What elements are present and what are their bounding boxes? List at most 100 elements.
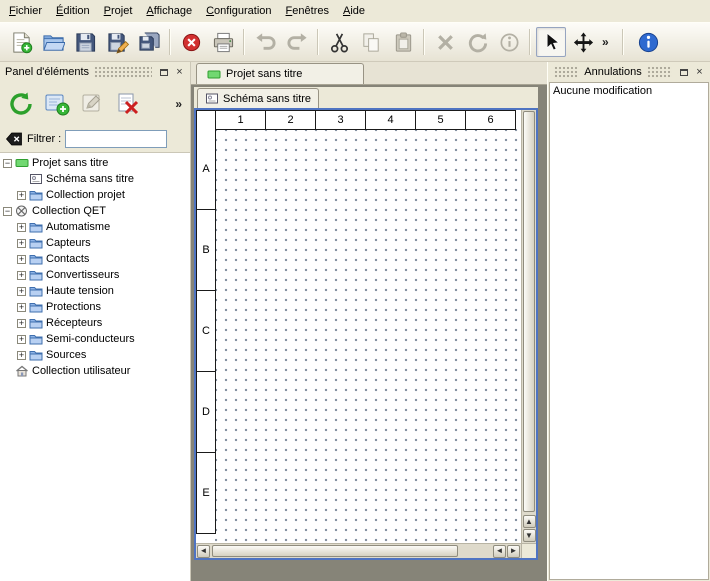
menu-fenetres[interactable]: Fenêtres bbox=[279, 2, 336, 20]
tree-item-sources[interactable]: + Sources bbox=[0, 347, 190, 363]
tree-item-collection-projet[interactable]: + Collection projet bbox=[0, 187, 190, 203]
toolbar-separator bbox=[423, 29, 425, 55]
collapse-icon[interactable]: − bbox=[3, 207, 12, 216]
undo-list-item[interactable]: Aucune modification bbox=[553, 85, 705, 97]
toolbar-separator bbox=[317, 29, 319, 55]
ruler-row: C bbox=[196, 291, 216, 372]
scroll-left-button[interactable]: ◄ bbox=[197, 545, 210, 558]
scroll-down-button[interactable]: ▼ bbox=[523, 529, 536, 542]
float-dock-button[interactable] bbox=[676, 65, 691, 79]
scroll-right-button[interactable]: ► bbox=[507, 545, 520, 558]
menu-configuration[interactable]: Configuration bbox=[199, 2, 278, 20]
tree-item-protections[interactable]: + Protections bbox=[0, 299, 190, 315]
rotate-button[interactable] bbox=[462, 27, 492, 57]
tree-item-capteurs[interactable]: + Capteurs bbox=[0, 235, 190, 251]
tree-item-haute-tension[interactable]: + Haute tension bbox=[0, 283, 190, 299]
float-dock-button[interactable] bbox=[156, 65, 171, 79]
print-button[interactable] bbox=[208, 27, 238, 57]
expand-icon[interactable]: + bbox=[17, 287, 26, 296]
expand-icon[interactable]: + bbox=[17, 223, 26, 232]
tree-item-collection-qet[interactable]: − Collection QET bbox=[0, 203, 190, 219]
project-window: Schéma sans titre 1 2 3 4 bbox=[194, 87, 538, 560]
undo-dock-header[interactable]: Annulations × bbox=[548, 62, 710, 82]
expand-icon[interactable]: + bbox=[17, 303, 26, 312]
diagram-canvas[interactable]: 1 2 3 4 5 6 A B C D bbox=[196, 110, 521, 543]
diagram-view: 1 2 3 4 5 6 A B C D bbox=[194, 108, 538, 560]
ruler-column: 5 bbox=[416, 110, 466, 130]
horizontal-scrollbar[interactable]: ◄ ◄ ► bbox=[196, 543, 521, 558]
vertical-scrollbar-thumb[interactable] bbox=[523, 111, 535, 512]
reload-collections-button[interactable] bbox=[5, 87, 37, 121]
redo-icon bbox=[286, 31, 309, 54]
tree-item-semi-conducteurs[interactable]: + Semi-conducteurs bbox=[0, 331, 190, 347]
close-file-button[interactable] bbox=[176, 27, 206, 57]
tab-schema-sans-titre[interactable]: Schéma sans titre bbox=[197, 88, 319, 108]
delete-button[interactable] bbox=[430, 27, 460, 57]
horizontal-scrollbar-track[interactable] bbox=[211, 544, 492, 558]
expand-icon[interactable]: + bbox=[17, 271, 26, 280]
select-mode-button[interactable] bbox=[536, 27, 566, 57]
tree-item-project[interactable]: − Projet sans titre bbox=[0, 155, 190, 171]
menu-fichier[interactable]: Fichier bbox=[2, 2, 49, 20]
elements-panel-dock: Panel d'éléments × » Filtrer : − bbox=[0, 62, 191, 581]
copy-button[interactable] bbox=[356, 27, 386, 57]
save-button[interactable] bbox=[70, 27, 100, 57]
tree-item-automatisme[interactable]: + Automatisme bbox=[0, 219, 190, 235]
menu-edition[interactable]: Édition bbox=[49, 2, 97, 20]
expand-icon[interactable]: + bbox=[17, 335, 26, 344]
save-all-button[interactable] bbox=[134, 27, 164, 57]
expand-icon[interactable]: + bbox=[17, 319, 26, 328]
tree-item-convertisseurs[interactable]: + Convertisseurs bbox=[0, 267, 190, 283]
ruler-row: A bbox=[196, 129, 216, 210]
close-dock-button[interactable]: × bbox=[172, 65, 187, 79]
about-button[interactable] bbox=[634, 27, 664, 57]
tab-projet-sans-titre[interactable]: Projet sans titre bbox=[196, 63, 364, 84]
close-dock-button[interactable]: × bbox=[692, 65, 707, 79]
pan-mode-button[interactable] bbox=[568, 27, 598, 57]
horizontal-scrollbar-thumb[interactable] bbox=[212, 545, 458, 557]
refresh-icon bbox=[8, 91, 34, 117]
new-file-button[interactable] bbox=[6, 27, 36, 57]
cut-button[interactable] bbox=[324, 27, 354, 57]
tree-item-schema[interactable]: Schéma sans titre bbox=[0, 171, 190, 187]
folder-icon bbox=[29, 237, 43, 249]
tree-item-collection-utilisateur[interactable]: Collection utilisateur bbox=[0, 363, 190, 379]
open-project-button[interactable] bbox=[38, 27, 68, 57]
save-as-button[interactable] bbox=[102, 27, 132, 57]
grid-dots bbox=[215, 129, 521, 543]
menu-aide[interactable]: Aide bbox=[336, 2, 372, 20]
paste-button[interactable] bbox=[388, 27, 418, 57]
expand-icon[interactable]: + bbox=[17, 239, 26, 248]
tree-item-recepteurs[interactable]: + Récepteurs bbox=[0, 315, 190, 331]
diagram-info-button[interactable] bbox=[494, 27, 524, 57]
scroll-left-button-end[interactable]: ◄ bbox=[493, 545, 506, 558]
filter-row: Filtrer : bbox=[0, 126, 190, 152]
edit-element-button[interactable] bbox=[77, 87, 109, 121]
paste-icon bbox=[392, 31, 415, 54]
expand-icon[interactable]: + bbox=[17, 255, 26, 264]
ruler-column: 4 bbox=[366, 110, 416, 130]
panel-toolbar-overflow-button[interactable]: » bbox=[172, 97, 185, 111]
rotate-icon bbox=[466, 31, 489, 54]
delete-element-button[interactable] bbox=[113, 87, 145, 121]
qelectrotech-window: Fichier Édition Projet Affichage Configu… bbox=[0, 0, 710, 581]
toolbar-overflow-button[interactable]: » bbox=[599, 35, 612, 49]
scroll-up-button[interactable]: ▲ bbox=[523, 515, 536, 528]
vertical-scrollbar[interactable]: ▲ ▼ bbox=[521, 110, 536, 543]
undo-button[interactable] bbox=[250, 27, 280, 57]
expand-icon[interactable]: + bbox=[17, 351, 26, 360]
clear-filter-button[interactable] bbox=[5, 130, 23, 148]
menu-affichage[interactable]: Affichage bbox=[139, 2, 199, 20]
filter-label: Filtrer : bbox=[27, 133, 61, 145]
filter-input[interactable] bbox=[65, 130, 167, 148]
elements-panel-header[interactable]: Panel d'éléments × bbox=[0, 62, 190, 82]
collapse-icon[interactable]: − bbox=[3, 159, 12, 168]
tree-item-contacts[interactable]: + Contacts bbox=[0, 251, 190, 267]
mdi-workspace: Schéma sans titre 1 2 3 4 bbox=[191, 85, 547, 581]
redo-button[interactable] bbox=[282, 27, 312, 57]
menu-projet[interactable]: Projet bbox=[97, 2, 140, 20]
expand-icon[interactable]: + bbox=[17, 191, 26, 200]
new-element-button[interactable] bbox=[41, 87, 73, 121]
folder-icon bbox=[29, 221, 43, 233]
vertical-scrollbar-buttons: ▲ ▼ bbox=[522, 515, 536, 542]
